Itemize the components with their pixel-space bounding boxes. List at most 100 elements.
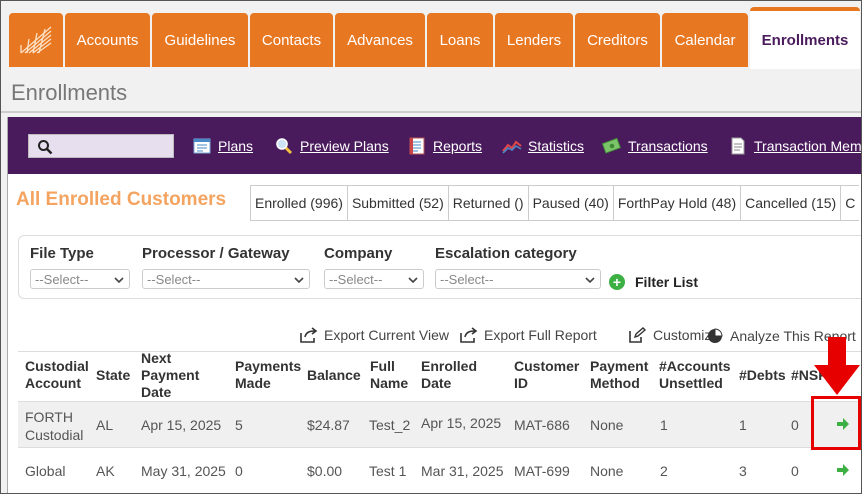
cell-nsfs: 0 <box>791 417 799 433</box>
col-state[interactable]: State <box>96 367 130 384</box>
cell-nsfs: 0 <box>791 463 799 479</box>
money-icon <box>602 137 622 155</box>
company-select[interactable]: --Select-- <box>324 269 424 289</box>
col-payments-made[interactable]: Payments Made <box>235 358 301 392</box>
memo-icon <box>728 137 748 155</box>
col-full-name[interactable]: Full Name <box>370 358 408 392</box>
divider <box>1 111 861 113</box>
pie-chart-icon <box>706 327 724 345</box>
col-next-payment-date[interactable]: Next Payment Date <box>141 350 199 401</box>
status-tab-paused[interactable]: Paused (40) <box>527 185 613 221</box>
page-title: Enrollments <box>11 80 128 105</box>
transactions-link[interactable]: Transactions <box>602 137 708 155</box>
toolbar: Plans Preview Plans Reports Statistics T… <box>8 117 861 174</box>
export-current-view-link[interactable]: Export Current View <box>300 327 449 343</box>
reports-icon <box>407 137 427 155</box>
tab-creditors[interactable]: Creditors <box>575 13 660 67</box>
chevron-down-icon <box>114 277 124 284</box>
reports-link[interactable]: Reports <box>407 137 482 155</box>
col-customer-id[interactable]: Customer ID <box>514 358 579 392</box>
arrow-right-icon[interactable] <box>836 463 850 477</box>
processor-select[interactable]: --Select-- <box>142 269 310 289</box>
file-type-label: File Type <box>30 245 94 262</box>
tab-enrollments[interactable]: Enrollments <box>750 7 860 69</box>
col-payment-method[interactable]: Payment Method <box>590 358 648 392</box>
tab-guidelines[interactable]: Guidelines <box>152 13 248 67</box>
chevron-down-icon <box>585 277 595 284</box>
cell-payments-made: 0 <box>235 463 243 479</box>
logo-tab[interactable] <box>9 13 63 67</box>
statistics-link[interactable]: Statistics <box>502 137 584 155</box>
cell-payment-method: None <box>590 417 624 433</box>
tab-calendar[interactable]: Calendar <box>662 13 748 67</box>
cell-balance: $24.87 <box>307 417 350 433</box>
tab-lenders[interactable]: Lenders <box>495 13 573 67</box>
status-tab-submitted[interactable]: Submitted (52) <box>346 185 448 221</box>
cell-state: AK <box>96 463 115 479</box>
logo-icon <box>20 26 52 54</box>
top-nav: Accounts Guidelines Contacts Advances Lo… <box>1 1 861 69</box>
cell-debts: 3 <box>739 463 747 479</box>
annotation-highlight-box <box>811 396 861 450</box>
annotation-arrow-icon <box>814 337 860 395</box>
transaction-memo-link[interactable]: Transaction Memo <box>728 137 861 155</box>
plans-link[interactable]: Plans <box>192 137 253 155</box>
cell-enrolled-date: Apr 15, 2025 <box>421 415 502 431</box>
cell-next-payment-date: Apr 15, 2025 <box>141 417 222 433</box>
export-full-report-link[interactable]: Export Full Report <box>460 327 597 343</box>
export-icon <box>460 327 478 343</box>
cell-debts: 1 <box>739 417 747 433</box>
tab-contacts[interactable]: Contacts <box>250 13 333 67</box>
plans-icon <box>192 137 212 155</box>
section-heading: All Enrolled Customers <box>16 189 227 210</box>
col-accounts-unsettled[interactable]: #Accounts Unsettled <box>659 358 731 392</box>
col-balance[interactable]: Balance <box>307 367 361 384</box>
cell-full-name: Test_2 <box>369 417 411 433</box>
statistics-icon <box>502 137 522 155</box>
cell-custodial-account: Global <box>25 463 66 479</box>
search-icon <box>38 140 53 155</box>
edit-icon <box>629 327 647 343</box>
status-tab-cancelled[interactable]: Cancelled (15) <box>740 185 841 221</box>
search-input[interactable] <box>28 134 174 158</box>
filter-list-button[interactable]: + Filter List <box>609 274 698 290</box>
tab-advances[interactable]: Advances <box>335 13 425 67</box>
filter-panel: File Type --Select-- Processor / Gateway… <box>18 235 861 299</box>
preview-plans-link[interactable]: Preview Plans <box>274 137 389 155</box>
cell-customer-id: MAT-699 <box>514 463 570 479</box>
cell-balance: $0.00 <box>307 463 343 479</box>
tab-loans[interactable]: Loans <box>427 13 493 67</box>
chevron-down-icon <box>294 277 304 284</box>
cell-state: AL <box>96 417 114 433</box>
status-tab-forthpay-hold[interactable]: ForthPay Hold (48) <box>612 185 741 221</box>
status-tab-more[interactable]: C <box>840 185 860 221</box>
company-label: Company <box>324 245 393 262</box>
cell-full-name: Test 1 <box>369 463 407 479</box>
file-type-select[interactable]: --Select-- <box>30 269 130 289</box>
cell-payments-made: 5 <box>235 417 243 433</box>
cell-accounts-unsettled: 1 <box>660 417 668 433</box>
cell-payment-method: None <box>590 463 624 479</box>
plus-icon: + <box>609 274 625 290</box>
table-row[interactable]: FORTH Custodial AL Apr 15, 2025 5 $24.87 … <box>18 401 861 447</box>
escalation-label: Escalation category <box>435 245 577 262</box>
cell-accounts-unsettled: 2 <box>660 463 668 479</box>
table-header: Custodial Account State Next Payment Date P… <box>18 350 861 401</box>
status-tabs: Enrolled (996) Submitted (52) Returned (… <box>250 185 860 221</box>
cell-next-payment-date: May 31, 2025 <box>141 463 226 479</box>
export-icon <box>300 327 318 343</box>
processor-label: Processor / Gateway <box>142 245 290 262</box>
col-custodial-account[interactable]: Custodial Account <box>25 358 89 392</box>
cell-custodial-account: FORTH Custodial <box>25 409 84 443</box>
chevron-down-icon <box>408 277 418 284</box>
cell-enrolled-date: Mar 31, 2025 <box>421 463 504 479</box>
table-row[interactable]: Global AK May 31, 2025 0 $0.00 Test 1 Ma… <box>18 447 861 493</box>
tab-accounts[interactable]: Accounts <box>65 13 150 67</box>
enrollments-panel: Plans Preview Plans Reports Statistics T… <box>7 117 861 493</box>
status-tab-enrolled[interactable]: Enrolled (996) <box>250 185 347 221</box>
col-enrolled-date[interactable]: Enrolled Date <box>421 358 477 392</box>
escalation-select[interactable]: --Select-- <box>435 269 601 289</box>
cell-customer-id: MAT-686 <box>514 417 570 433</box>
col-debts[interactable]: #Debts <box>739 367 786 384</box>
status-tab-returned[interactable]: Returned () <box>447 185 528 221</box>
